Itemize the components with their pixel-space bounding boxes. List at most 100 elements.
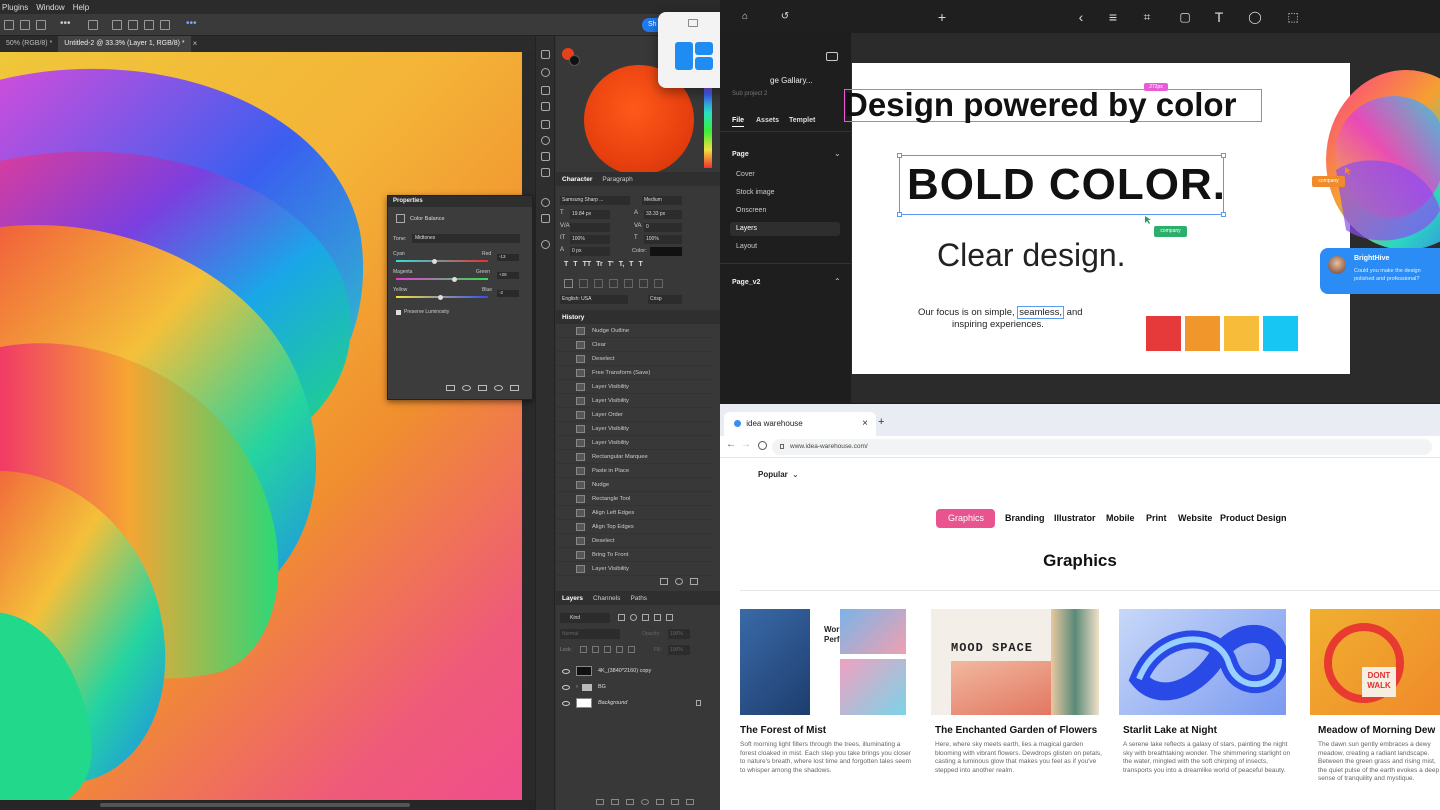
- trash-icon[interactable]: [510, 385, 519, 391]
- card-image-lake[interactable]: [1119, 609, 1286, 715]
- align-bottom-icon[interactable]: [144, 20, 154, 30]
- card-image-meadow[interactable]: DONT WALK: [1310, 609, 1440, 715]
- kerning-field[interactable]: [570, 223, 610, 232]
- reset-icon[interactable]: [478, 385, 487, 391]
- history-item[interactable]: Deselect: [556, 534, 714, 548]
- layer-row[interactable]: Background: [556, 695, 720, 711]
- body-text-line2[interactable]: inspiring experiences.: [952, 319, 1044, 330]
- history-item[interactable]: Rectangle Tool: [556, 492, 714, 506]
- add-icon[interactable]: +: [935, 10, 949, 24]
- tab-paragraph[interactable]: Paragraph: [602, 176, 632, 183]
- tab-layers[interactable]: Layers: [562, 595, 583, 602]
- history-item[interactable]: Deselect: [556, 352, 714, 366]
- chevron-down-icon[interactable]: ⌄: [792, 470, 799, 479]
- category-product-design[interactable]: Product Design: [1220, 513, 1287, 523]
- magenta-green-slider[interactable]: [396, 278, 488, 280]
- baseline-field[interactable]: 0 px: [570, 247, 610, 256]
- tone-select[interactable]: Midtones: [412, 234, 520, 243]
- hscroll-thumb[interactable]: [100, 803, 410, 807]
- artboard[interactable]: 272px Design powered by color BOLD COLOR…: [844, 63, 1350, 374]
- slider-handle[interactable]: [438, 295, 443, 300]
- comment-icon[interactable]: ◯: [1248, 10, 1262, 24]
- body-text-line1[interactable]: Our focus is on simple, seamless, and: [918, 306, 1083, 319]
- magenta-green-value[interactable]: +28: [497, 272, 519, 279]
- fill-field[interactable]: 100%: [668, 645, 690, 655]
- align-left-icon[interactable]: [4, 20, 14, 30]
- ligature-icon[interactable]: [564, 279, 573, 288]
- tab-assets[interactable]: Assets: [756, 117, 779, 124]
- tab-paths[interactable]: Paths: [630, 595, 647, 602]
- browser-tab[interactable]: idea warehouse ×: [724, 412, 876, 436]
- path-icon[interactable]: ↺: [778, 10, 792, 24]
- filter-shape-icon[interactable]: [654, 614, 661, 621]
- opentype-icon[interactable]: [654, 279, 663, 288]
- filter-pixel-icon[interactable]: [618, 614, 625, 621]
- history-title[interactable]: History: [562, 314, 584, 321]
- history-item[interactable]: Bring To Front: [556, 548, 714, 562]
- chat-bubble[interactable]: BrightHive Could you make the design pol…: [1320, 248, 1440, 294]
- snapshot-icon[interactable]: [660, 578, 668, 585]
- category-illustrator[interactable]: Illustrator: [1054, 513, 1096, 523]
- resize-handle[interactable]: [1221, 212, 1226, 217]
- page-item-stock-image[interactable]: Stock image: [730, 186, 840, 200]
- category-graphics[interactable]: Graphics: [948, 513, 984, 523]
- align-middle-icon[interactable]: [128, 20, 138, 30]
- font-family-select[interactable]: Samsung Sharp ...: [560, 196, 630, 205]
- font-weight-select[interactable]: Medium: [642, 196, 682, 205]
- crop-icon[interactable]: ⌗: [1140, 10, 1154, 24]
- text-color-swatch[interactable]: [650, 247, 682, 256]
- history-item[interactable]: Layer Visibility: [556, 380, 714, 394]
- close-tab-icon[interactable]: ×: [862, 412, 868, 436]
- style-strike-button[interactable]: T: [638, 261, 642, 268]
- card-image-garden[interactable]: MOOD SPACE: [931, 609, 1099, 715]
- move-tool-icon[interactable]: [541, 50, 550, 59]
- history-item[interactable]: Layer Visibility: [556, 436, 714, 450]
- color-swatch-cyan[interactable]: [1263, 316, 1298, 351]
- trash-icon[interactable]: [686, 799, 694, 805]
- chevron-down-icon[interactable]: ⌄: [834, 149, 841, 158]
- transform-icon[interactable]: [541, 86, 550, 95]
- history-item[interactable]: Layer Order: [556, 408, 714, 422]
- globe-icon[interactable]: [758, 441, 767, 450]
- visibility-icon[interactable]: [494, 385, 503, 391]
- page-item-onscreen[interactable]: Onscreen: [730, 204, 840, 218]
- chevron-up-icon[interactable]: ⌃: [834, 277, 841, 286]
- lock-artboard-icon[interactable]: [616, 646, 623, 653]
- link-icon[interactable]: [596, 799, 604, 805]
- style-sub-button[interactable]: T,: [619, 261, 624, 268]
- page-item-layers[interactable]: Layers: [730, 222, 840, 236]
- doc-tab-2[interactable]: Untitled-2 @ 33.3% (Layer 1, RGB/8) *: [58, 36, 191, 52]
- tab-file[interactable]: File: [732, 117, 745, 127]
- preserve-checkbox[interactable]: [396, 310, 401, 315]
- new-tab-icon[interactable]: +: [878, 416, 884, 428]
- headline-text[interactable]: Design powered by color: [844, 85, 1236, 125]
- popular-dropdown[interactable]: Popular: [758, 470, 788, 479]
- audio-icon[interactable]: [541, 198, 550, 207]
- resize-handle[interactable]: [1221, 153, 1226, 158]
- category-print[interactable]: Print: [1146, 513, 1167, 523]
- page-item-cover[interactable]: Cover: [730, 168, 840, 182]
- vscale-field[interactable]: 100%: [570, 235, 610, 244]
- style-italic-button[interactable]: T: [573, 261, 577, 268]
- clip-icon[interactable]: [446, 385, 455, 391]
- monitor-icon[interactable]: [688, 19, 698, 27]
- gear-icon[interactable]: [541, 240, 550, 249]
- url-field[interactable]: www.idea-warehouse.com/: [772, 439, 1432, 455]
- canvas-hscroll[interactable]: [0, 800, 535, 810]
- history-item[interactable]: Align Left Edges: [556, 506, 714, 520]
- comment-icon[interactable]: [541, 68, 550, 77]
- tracking-field[interactable]: 0: [644, 223, 682, 232]
- filter-smart-icon[interactable]: [666, 614, 673, 621]
- layer-row[interactable]: 4K_(3840*2160) copy: [556, 663, 720, 679]
- bold-color-text[interactable]: BOLD COLOR.: [907, 159, 1226, 211]
- card-title[interactable]: Meadow of Morning Dew: [1318, 725, 1435, 736]
- tab-templet[interactable]: Templet: [789, 117, 815, 124]
- page-section-title[interactable]: Page: [732, 151, 749, 158]
- history-item[interactable]: Layer Visibility: [556, 394, 714, 408]
- slider-handle[interactable]: [432, 259, 437, 264]
- style-smallcaps-button[interactable]: Tr: [596, 261, 603, 268]
- leading-field[interactable]: 33.33 px: [644, 210, 682, 219]
- opentype-icon[interactable]: [609, 279, 618, 288]
- card-title[interactable]: The Enchanted Garden of Flowers: [935, 725, 1097, 736]
- lock-pixels-icon[interactable]: [580, 646, 587, 653]
